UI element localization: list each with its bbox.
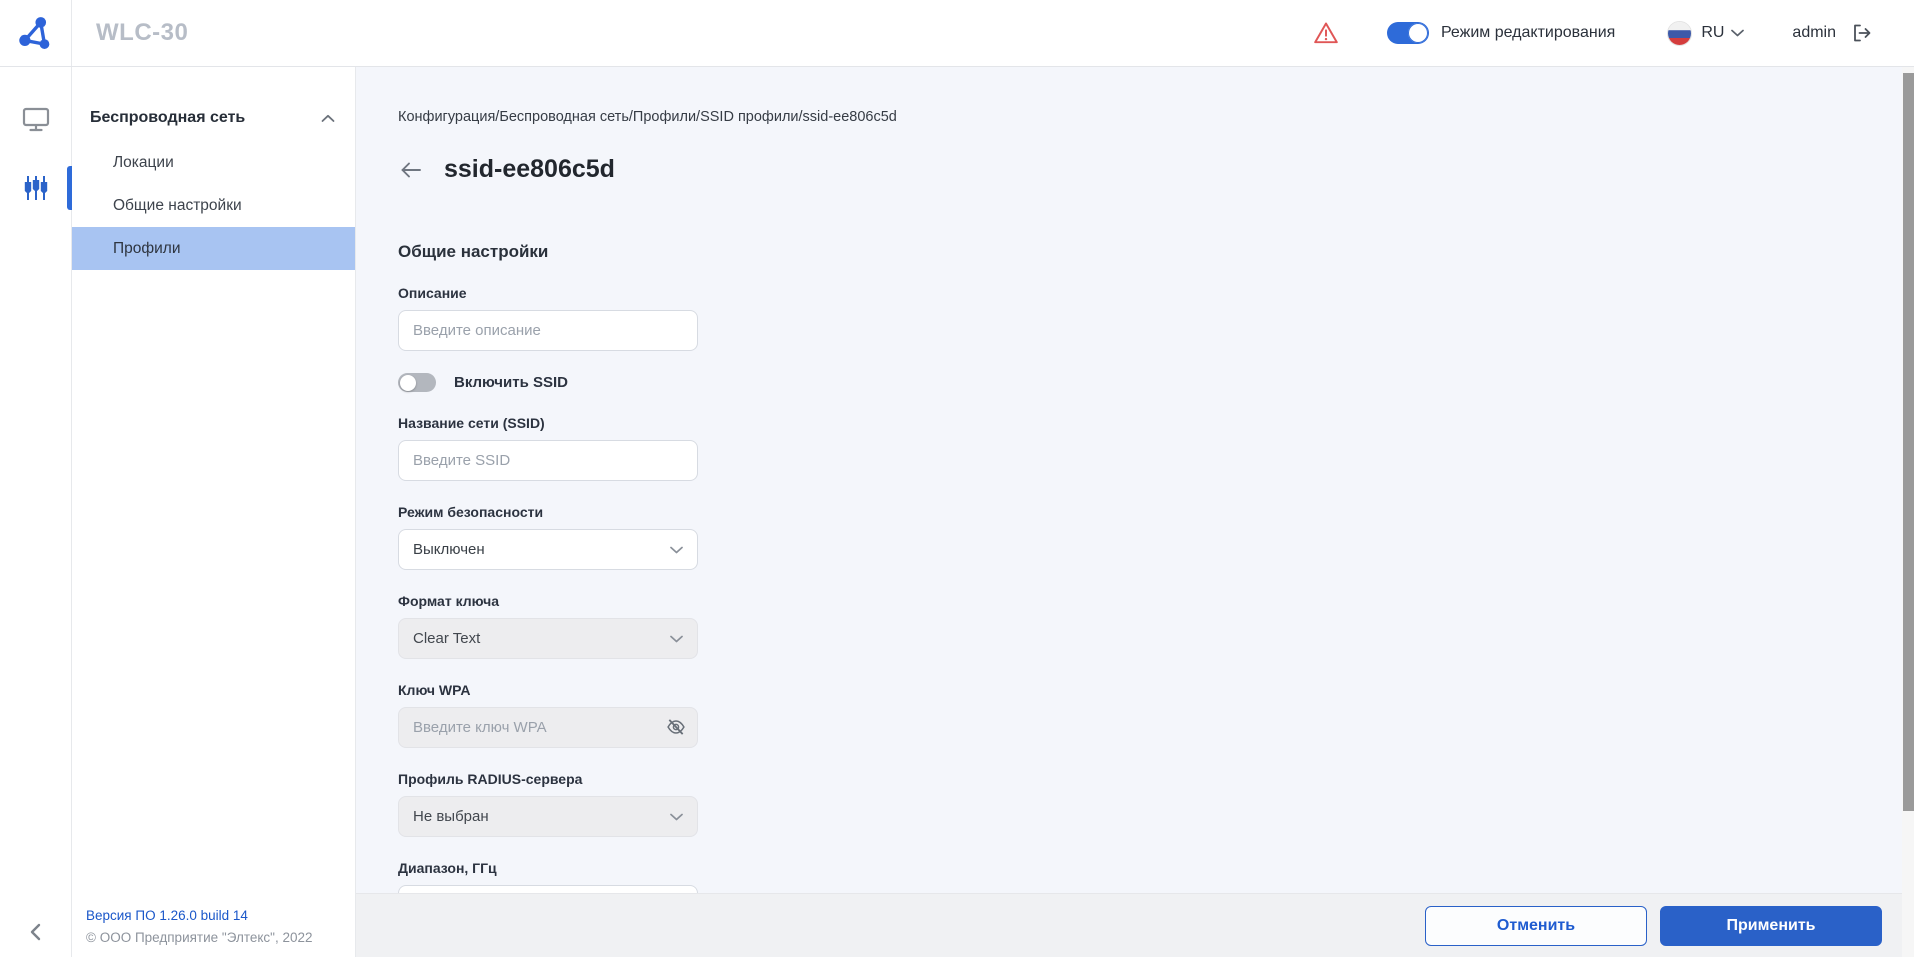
user-menu[interactable]: admin: [1792, 21, 1874, 45]
monitor-icon: [22, 107, 50, 133]
field-enable-ssid: Включить SSID: [398, 373, 698, 392]
description-label: Описание: [398, 285, 698, 301]
nav-footer: Версия ПО 1.26.0 build 14 © ООО Предприя…: [86, 908, 313, 945]
language-code: RU: [1701, 24, 1724, 42]
chevron-left-icon: [30, 923, 41, 941]
alarm-indicator[interactable]: [1313, 21, 1339, 45]
main-content: Конфигурация/Беспроводная сеть/Профили/S…: [356, 67, 1914, 957]
ssid-name-label: Название сети (SSID): [398, 415, 698, 431]
chevron-down-icon: [670, 813, 683, 821]
chevron-down-icon: [1731, 29, 1744, 37]
breadcrumb[interactable]: Конфигурация/Беспроводная сеть/Профили/S…: [398, 109, 1914, 125]
selected-value: Выключен: [413, 541, 485, 558]
eye-off-icon: [666, 717, 686, 737]
body: Беспроводная сеть Локации Общие настройк…: [0, 67, 1914, 957]
nav-item-label: Общие настройки: [113, 197, 242, 215]
copyright: © ООО Предприятие "Элтекс", 2022: [86, 930, 313, 945]
cancel-button[interactable]: Отменить: [1425, 906, 1647, 946]
field-description: Описание: [398, 285, 698, 351]
nav-section-wireless[interactable]: Беспроводная сеть: [90, 109, 335, 127]
toggle-knob: [400, 375, 416, 391]
band-label: Диапазон, ГГц: [398, 860, 698, 876]
topbar: WLC-30 Режим редактирования: [0, 0, 1914, 67]
warning-triangle-icon: [1313, 21, 1339, 45]
field-security-mode: Режим безопасности Выключен: [398, 504, 698, 570]
edit-mode-label: Режим редактирования: [1441, 24, 1615, 42]
language-selector[interactable]: RU: [1667, 21, 1744, 46]
radius-profile-label: Профиль RADIUS-сервера: [398, 771, 698, 787]
field-key-format: Формат ключа Clear Text: [398, 593, 698, 659]
ssid-name-input[interactable]: [398, 440, 698, 481]
toggle-knob: [1408, 23, 1428, 43]
username: admin: [1792, 24, 1836, 42]
field-radius-profile: Профиль RADIUS-сервера Не выбран: [398, 771, 698, 837]
sidebar-collapse-button[interactable]: [0, 923, 71, 941]
chevron-down-icon: [670, 635, 683, 643]
logout-icon[interactable]: [1850, 21, 1874, 45]
nav-item-label: Локации: [113, 154, 174, 172]
field-wpa-key: Ключ WPA: [398, 682, 698, 748]
security-mode-select[interactable]: Выключен: [398, 529, 698, 570]
wpa-key-input-wrap: [398, 707, 698, 748]
back-button[interactable]: [398, 157, 424, 183]
chevron-down-icon: [670, 546, 683, 554]
security-mode-label: Режим безопасности: [398, 504, 698, 520]
apply-button[interactable]: Применить: [1660, 906, 1882, 946]
scrollbar-thumb[interactable]: [1903, 73, 1914, 811]
firmware-version-link[interactable]: Версия ПО 1.26.0 build 14: [86, 908, 313, 923]
rail-item-configuration[interactable]: [0, 160, 71, 216]
profile-form: Описание Включить SSID Название сети (SS…: [398, 285, 698, 926]
nav-section-label: Беспроводная сеть: [90, 109, 245, 127]
eltex-logo-icon: [18, 15, 54, 51]
chevron-up-icon: [321, 114, 335, 123]
title-row: ssid-ee806c5d: [398, 155, 1914, 184]
app-title: WLC-30: [96, 19, 188, 47]
page-title: ssid-ee806c5d: [444, 155, 615, 184]
nav-item-general-settings[interactable]: Общие настройки: [72, 184, 355, 227]
icon-rail: [0, 67, 72, 957]
russia-flag-icon: [1667, 21, 1692, 46]
arrow-left-icon: [400, 162, 422, 178]
enable-ssid-toggle[interactable]: [398, 373, 436, 392]
key-format-select: Clear Text: [398, 618, 698, 659]
selected-value: Clear Text: [413, 630, 480, 647]
field-ssid-name: Название сети (SSID): [398, 415, 698, 481]
sidenav: Беспроводная сеть Локации Общие настройк…: [72, 67, 356, 957]
logo-box[interactable]: [0, 0, 72, 66]
action-bar: Отменить Применить: [356, 893, 1914, 957]
enable-ssid-label: Включить SSID: [454, 374, 568, 391]
section-title: Общие настройки: [398, 242, 1914, 262]
page-scrollbar[interactable]: [1902, 67, 1914, 957]
key-format-label: Формат ключа: [398, 593, 698, 609]
nav-item-profiles[interactable]: Профили: [72, 227, 355, 270]
edit-mode-toggle[interactable]: [1387, 22, 1429, 44]
sliders-icon: [22, 174, 50, 202]
wpa-key-input: [398, 707, 698, 748]
topbar-right: Режим редактирования RU admin: [1313, 21, 1914, 46]
wpa-key-label: Ключ WPA: [398, 682, 698, 698]
selected-value: Не выбран: [413, 808, 489, 825]
wlc-app: WLC-30 Режим редактирования: [0, 0, 1914, 957]
rail-item-monitoring[interactable]: [0, 92, 71, 148]
nav-item-label: Профили: [113, 240, 181, 258]
description-input[interactable]: [398, 310, 698, 351]
nav-item-locations[interactable]: Локации: [72, 141, 355, 184]
radius-profile-select: Не выбран: [398, 796, 698, 837]
